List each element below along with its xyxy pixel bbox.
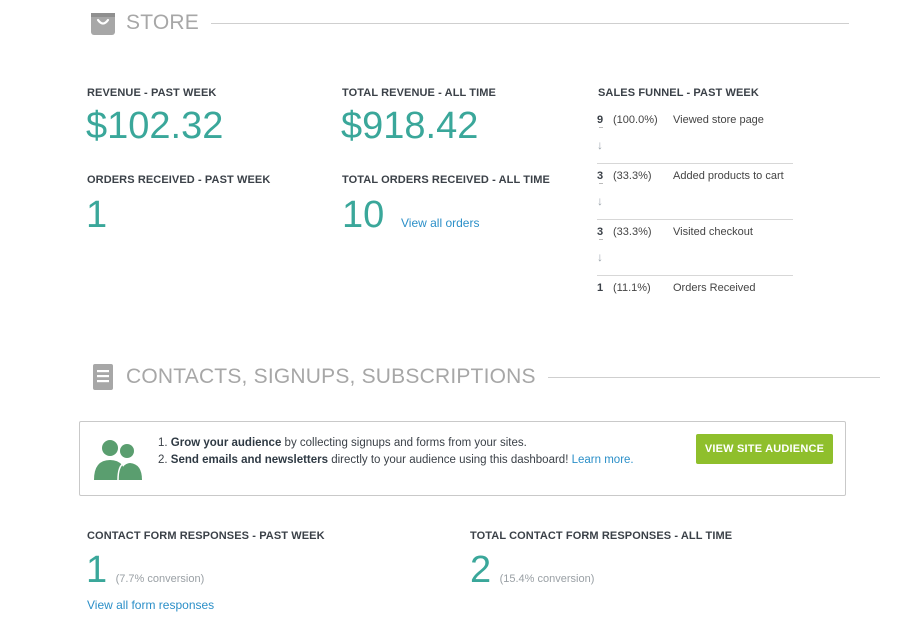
- responses-week-conversion: (7.7% conversion): [115, 573, 205, 585]
- funnel-step-label: Visited checkout: [673, 226, 753, 238]
- orders-all-label: TOTAL ORDERS RECEIVED - ALL TIME: [342, 174, 550, 186]
- funnel-dash: [599, 127, 603, 128]
- funnel-step: 1 (11.1%) Orders Received: [597, 276, 793, 332]
- funnel-step: 9 (100.0%) Viewed store page ↓: [597, 108, 793, 164]
- arrow-down-icon: ↓: [597, 194, 603, 208]
- responses-week-value: 1: [86, 549, 108, 591]
- revenue-all-label: TOTAL REVENUE - ALL TIME: [342, 87, 496, 99]
- document-icon: [93, 364, 113, 390]
- funnel-step-label: Orders Received: [673, 282, 756, 294]
- line-text: by collecting signups and forms from you…: [281, 437, 527, 449]
- store-section-header: STORE: [88, 8, 849, 38]
- contacts-divider: [547, 376, 880, 378]
- revenue-week-label: REVENUE - PAST WEEK: [87, 87, 217, 99]
- view-all-orders-link[interactable]: View all orders: [401, 216, 479, 230]
- shopping-bag-icon: [91, 13, 115, 35]
- funnel-dash: [599, 239, 603, 240]
- view-site-audience-button[interactable]: VIEW SITE AUDIENCE: [696, 434, 833, 464]
- funnel-percent: (33.3%): [613, 226, 652, 238]
- responses-all-conversion: (15.4% conversion): [499, 573, 595, 585]
- view-all-responses-link[interactable]: View all form responses: [87, 598, 214, 612]
- funnel-step: 3 (33.3%) Added products to cart ↓: [597, 164, 793, 220]
- store-divider: [210, 22, 849, 24]
- funnel-percent: (11.1%): [613, 282, 651, 294]
- contacts-section-header: CONTACTS, SIGNUPS, SUBSCRIPTIONS: [88, 362, 880, 392]
- funnel-count: 3: [597, 226, 604, 238]
- line-text: directly to your audience using this das…: [328, 454, 569, 466]
- funnel-label: SALES FUNNEL - PAST WEEK: [598, 87, 759, 99]
- list-number: 1.: [158, 437, 168, 449]
- arrow-down-icon: ↓: [597, 250, 603, 264]
- responses-week-stat: 1 (7.7% conversion): [86, 551, 204, 589]
- send-emails-text: Send emails and newsletters: [170, 454, 329, 466]
- learn-more-link[interactable]: Learn more.: [572, 454, 634, 466]
- audience-instructions: 1. Grow your audience by collecting sign…: [158, 435, 634, 469]
- funnel-count: 1: [597, 282, 604, 294]
- orders-all-value: 10: [342, 194, 385, 236]
- funnel-step: 3 (33.3%) Visited checkout ↓: [597, 220, 793, 276]
- orders-week-value: 1: [86, 194, 108, 236]
- funnel-step-label: Added products to cart: [673, 170, 784, 182]
- audience-panel: 1. Grow your audience by collecting sign…: [79, 421, 846, 496]
- audience-line-1: 1. Grow your audience by collecting sign…: [158, 435, 634, 452]
- users-icon: [94, 440, 142, 481]
- funnel-dash: [599, 183, 603, 184]
- funnel-percent: (33.3%): [613, 170, 652, 182]
- revenue-week-value: $102.32: [86, 105, 224, 147]
- sales-funnel: 9 (100.0%) Viewed store page ↓ 3 (33.3%)…: [597, 108, 793, 332]
- store-title: STORE: [126, 11, 199, 34]
- responses-all-label: TOTAL CONTACT FORM RESPONSES - ALL TIME: [470, 530, 733, 542]
- grow-audience-text: Grow your audience: [170, 437, 282, 449]
- arrow-down-icon: ↓: [597, 138, 603, 152]
- contacts-title: CONTACTS, SIGNUPS, SUBSCRIPTIONS: [126, 365, 536, 388]
- audience-line-2: 2. Send emails and newsletters directly …: [158, 452, 634, 469]
- funnel-count: 3: [597, 170, 604, 182]
- list-number: 2.: [158, 454, 168, 466]
- orders-week-label: ORDERS RECEIVED - PAST WEEK: [87, 174, 271, 186]
- responses-week-label: CONTACT FORM RESPONSES - PAST WEEK: [87, 530, 325, 542]
- revenue-all-value: $918.42: [341, 105, 479, 147]
- funnel-count: 9: [597, 114, 604, 126]
- funnel-percent: (100.0%): [613, 114, 658, 126]
- funnel-step-label: Viewed store page: [673, 114, 764, 126]
- responses-all-value: 2: [470, 549, 492, 591]
- responses-all-stat: 2 (15.4% conversion): [470, 551, 594, 589]
